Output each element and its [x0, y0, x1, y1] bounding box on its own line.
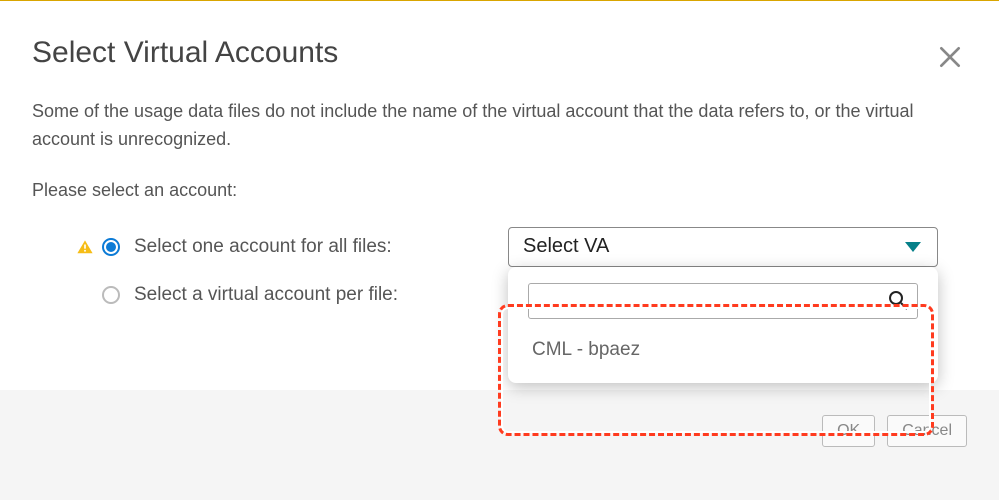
va-select-wrap: Select VA CML - bpaez	[508, 227, 938, 267]
cancel-button[interactable]: Cancel	[887, 415, 967, 447]
close-icon	[937, 44, 963, 70]
top-border	[0, 0, 999, 1]
va-select-text: Select VA	[523, 235, 609, 258]
dialog-prompt: Please select an account:	[32, 180, 967, 201]
dialog-description: Some of the usage data files do not incl…	[32, 98, 967, 154]
option-row-all-files: Select one account for all files: Select…	[32, 223, 967, 271]
va-search-input[interactable]	[528, 283, 918, 319]
dialog-footer: OK Cancel	[0, 390, 999, 500]
warning-icon-placeholder	[74, 284, 96, 306]
dialog-title: Select Virtual Accounts	[32, 36, 967, 70]
radio-per-file[interactable]	[102, 286, 120, 304]
option-label-per-file: Select a virtual account per file:	[134, 284, 398, 306]
caret-icon	[905, 242, 921, 252]
radio-all-files[interactable]	[102, 238, 120, 256]
dialog-root: Select Virtual Accounts Some of the usag…	[0, 0, 999, 500]
va-dropdown-item[interactable]: CML - bpaez	[528, 337, 918, 363]
close-button[interactable]	[937, 44, 963, 70]
option-label-all-files: Select one account for all files:	[134, 236, 392, 258]
search-icon	[886, 288, 910, 312]
options-group: Select one account for all files: Select…	[32, 223, 967, 319]
va-dropdown: CML - bpaez	[508, 267, 938, 383]
va-select[interactable]: Select VA	[508, 227, 938, 267]
warning-icon	[74, 236, 96, 258]
ok-button[interactable]: OK	[822, 415, 875, 447]
